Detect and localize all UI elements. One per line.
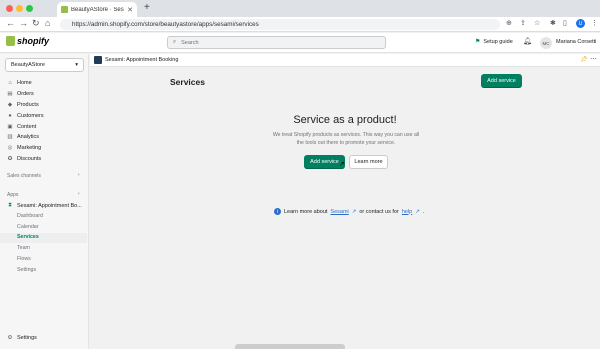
shopify-wordmark: shopify [17, 36, 50, 46]
learn-more-button[interactable]: Learn more [349, 155, 388, 169]
search-icon: ⌕ [173, 39, 177, 45]
sidebar-item-home[interactable]: ⌂ Home [7, 80, 32, 86]
page-title: Services [170, 77, 205, 87]
setup-guide-button[interactable]: ⚑ Setup guide [475, 38, 513, 46]
chevron-right-icon[interactable]: › [78, 191, 80, 197]
shopify-logo[interactable]: shopify [6, 36, 49, 46]
marketing-icon: ◎ [7, 145, 13, 151]
pin-icon[interactable]: 📌︎ [580, 56, 588, 63]
sidebar-item-label: Analytics [17, 134, 40, 140]
content-icon: ▣ [7, 124, 13, 130]
sidebar-item-marketing[interactable]: ◎ Marketing [7, 145, 42, 151]
sidebar-item-label: Settings [17, 335, 37, 341]
add-service-button[interactable]: Add service [481, 74, 522, 88]
back-arrow-icon[interactable]: ← [6, 18, 15, 28]
sidebar-item-analytics[interactable]: ▥ Analytics [7, 134, 39, 140]
home-browser-icon[interactable]: ⌂ [45, 18, 50, 28]
sidebar-subitem-label: Services [17, 234, 39, 240]
notifications-bell-icon[interactable]: 🔔︎ [523, 37, 532, 45]
share-icon[interactable]: ⇪ [520, 19, 526, 27]
tab-title: BeautyAStore · Sesami: Appoin [71, 6, 124, 13]
sesami-link[interactable]: Sesami [330, 209, 348, 215]
zoom-icon[interactable]: ⊕ [506, 19, 512, 27]
sidebar-item-sesami-app[interactable]: ⧗ Sesami: Appointment Bo... [7, 202, 82, 209]
sidebar-subitem-flows[interactable]: Flows [17, 256, 31, 262]
sidebar-subitem-services[interactable]: Services [0, 233, 87, 243]
extensions-icon[interactable]: ✱ [550, 19, 556, 27]
sidebar-item-label: Content [17, 124, 37, 130]
sidebar-item-label: Customers [17, 113, 44, 119]
user-name[interactable]: Mariana Corsetti [556, 39, 596, 45]
orders-icon: ▤ [7, 91, 13, 97]
app-title: Sesami: Appointment Booking [105, 57, 179, 63]
store-name: BeautyAStore [11, 62, 45, 68]
sidebar-subitem-calendar[interactable]: Calendar [17, 224, 39, 230]
sidebar-item-orders[interactable]: ▤ Orders [7, 91, 34, 97]
window-minimize-button[interactable] [16, 5, 23, 12]
chevron-right-icon[interactable]: › [78, 172, 80, 178]
shopify-bag-icon [6, 36, 15, 46]
sesami-logo-icon [94, 56, 102, 64]
discounts-icon: ✪ [7, 156, 13, 162]
products-icon: ◆ [7, 102, 13, 108]
horizontal-scrollbar[interactable] [235, 344, 345, 349]
more-options-icon[interactable]: ⋯ [590, 55, 597, 63]
sidebar-item-label: Sesami: Appointment Bo... [17, 202, 82, 209]
gear-icon: ⚙ [7, 335, 13, 341]
tab-close-icon[interactable]: ✕ [127, 6, 133, 14]
sidebar-item-label: Products [17, 102, 39, 108]
search-placeholder: Search [181, 39, 199, 46]
sidebar-item-products[interactable]: ◆ Products [7, 102, 39, 108]
forward-arrow-icon[interactable]: → [19, 18, 28, 28]
user-avatar[interactable]: MC [540, 37, 552, 49]
shopify-favicon-icon [61, 6, 68, 13]
footer-suffix: . [422, 208, 425, 215]
home-icon: ⌂ [8, 80, 12, 86]
search-input[interactable]: ⌕ Search [167, 36, 386, 49]
window-close-button[interactable] [6, 5, 13, 12]
customers-icon: ● [8, 113, 12, 119]
sesami-app-icon: ⧗ [8, 202, 12, 208]
sidebar-item-label: Discounts [17, 156, 42, 162]
store-selector[interactable]: BeautyAStore ▾ [5, 58, 84, 72]
external-link-icon: ↗ [415, 208, 420, 215]
chevron-down-icon: ▾ [75, 62, 78, 68]
sidebar-item-discounts[interactable]: ✪ Discounts [7, 156, 41, 162]
sales-channels-label[interactable]: Sales channels [7, 173, 41, 179]
sidebar-item-settings[interactable]: ⚙ Settings [7, 335, 37, 341]
sidebar-item-label: Marketing [17, 145, 42, 151]
sidebar-item-label: Orders [17, 91, 34, 97]
sidebar-subitem-dashboard[interactable]: Dashboard [17, 213, 43, 219]
new-tab-button[interactable]: + [144, 2, 150, 13]
help-footer: i Learn more about Sesami ↗ or contact u… [274, 208, 424, 215]
sidebar-subitem-settings[interactable]: Settings [17, 267, 36, 273]
flag-icon: ⚑ [475, 39, 481, 45]
sidebar-item-customers[interactable]: ● Customers [7, 113, 44, 119]
browser-tab[interactable]: BeautyAStore · Sesami: Appoin ✕ [57, 2, 137, 17]
footer-middle: or contact us for [359, 208, 399, 215]
browser-profile-avatar[interactable]: U [576, 19, 585, 28]
sidebar-item-content[interactable]: ▣ Content [7, 124, 36, 130]
info-icon: i [274, 208, 281, 215]
sidebar-item-label: Home [17, 80, 32, 86]
empty-state-heading: Service as a product! [293, 114, 397, 126]
url-field[interactable]: https://admin.shopify.com/store/beautyas… [60, 19, 500, 30]
external-link-icon: ↗ [351, 208, 357, 215]
apps-label[interactable]: Apps [7, 192, 18, 198]
window-maximize-button[interactable] [26, 5, 33, 12]
sidepanel-icon[interactable]: ▯ [563, 19, 567, 27]
footer-prefix: Learn more about [284, 208, 328, 215]
analytics-icon: ▥ [7, 134, 13, 140]
browser-menu-icon[interactable]: ⋮ [591, 19, 598, 27]
help-link[interactable]: help [402, 209, 412, 215]
bookmark-star-icon[interactable]: ☆ [534, 19, 540, 27]
setup-guide-label: Setup guide [483, 38, 513, 45]
reload-icon[interactable]: ↻ [32, 18, 40, 29]
sidebar-subitem-team[interactable]: Team [17, 245, 30, 251]
mouse-pointer-icon: ➚ [339, 161, 345, 168]
empty-state-description: We treat Shopify products as services. T… [272, 132, 420, 146]
